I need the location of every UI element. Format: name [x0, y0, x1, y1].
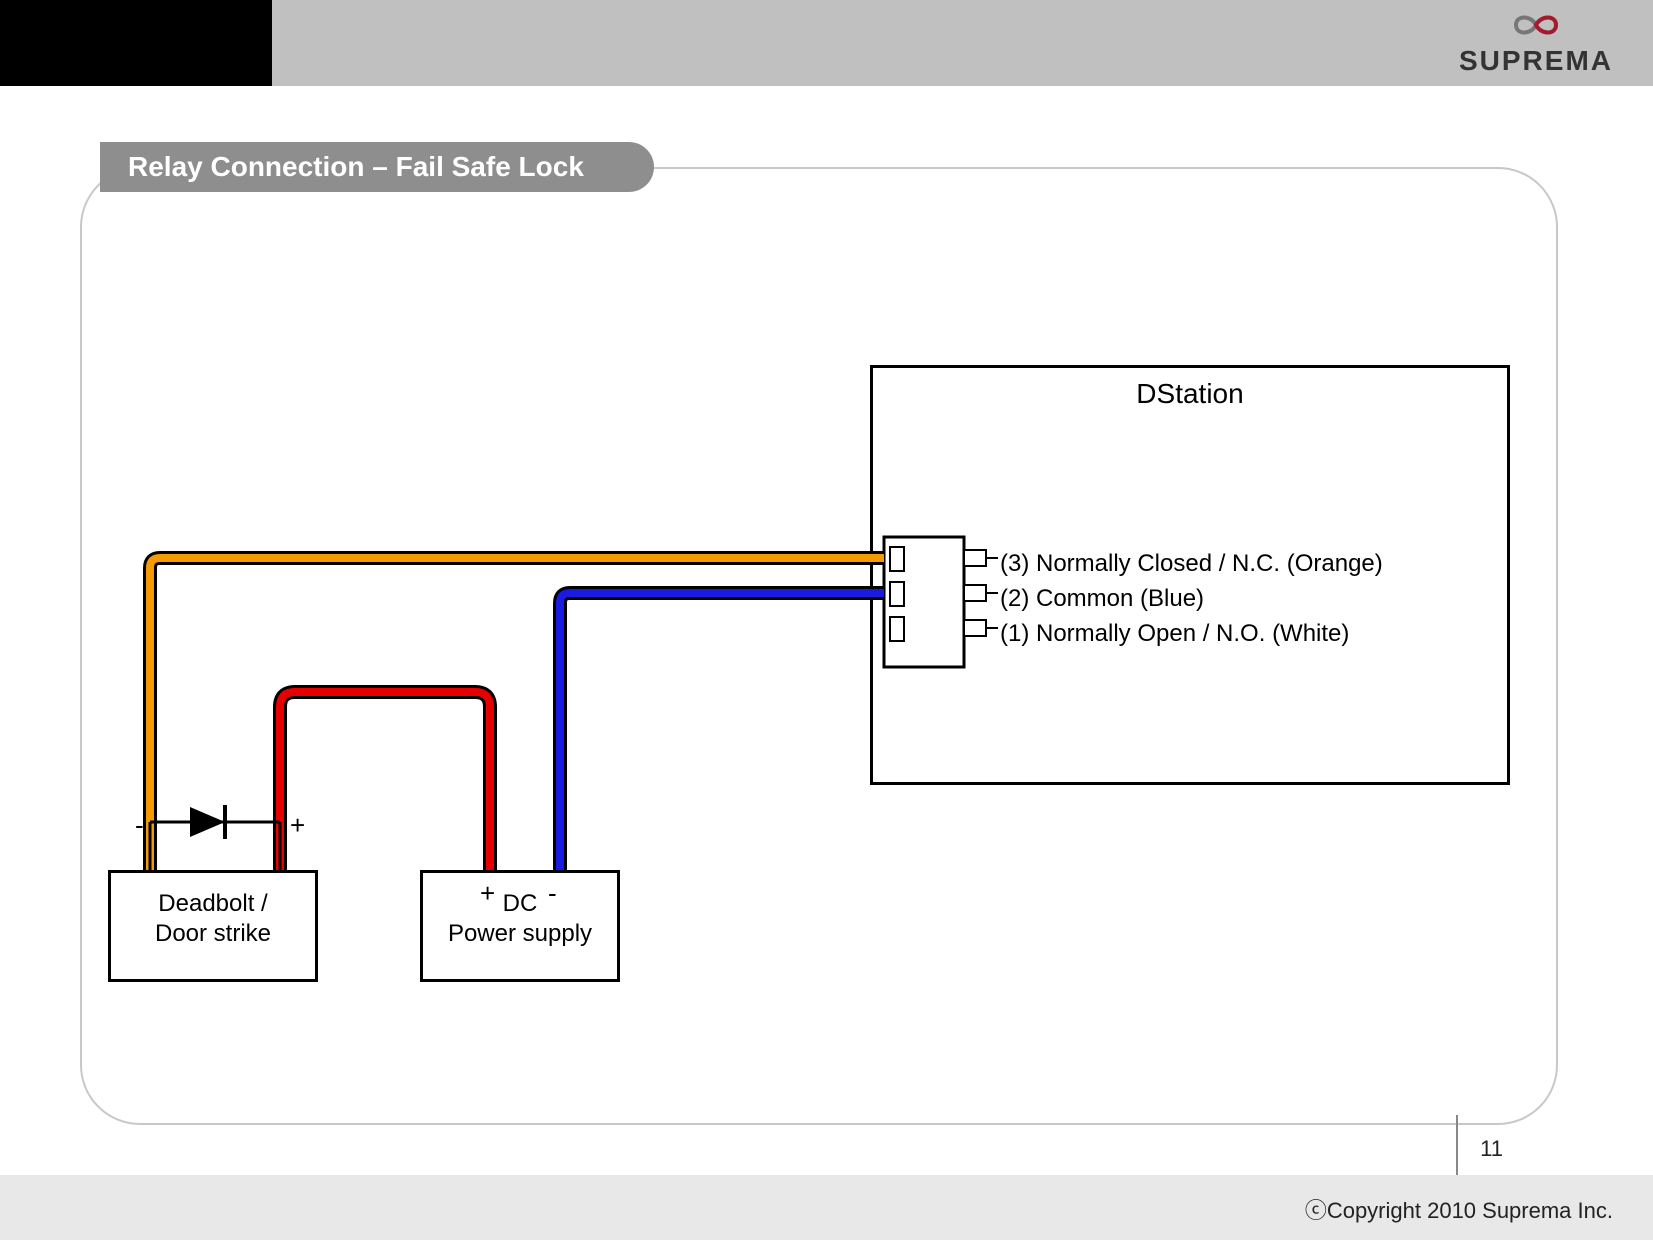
dc-neg: - — [548, 878, 557, 909]
dc-pos: + — [480, 878, 495, 909]
pin2-label: (2) Common (Blue) — [1000, 585, 1204, 613]
lock-line2: Door strike — [155, 920, 271, 947]
dstation-label: DStation — [873, 378, 1507, 410]
infinity-icon — [1501, 10, 1571, 40]
page-separator — [1456, 1115, 1458, 1175]
lock-line1: Deadbolt / — [158, 890, 267, 917]
pin1-label: (1) Normally Open / N.O. (White) — [1000, 620, 1349, 648]
dc-box: DC Power supply — [420, 870, 620, 982]
lock-box: Deadbolt / Door strike — [108, 870, 318, 982]
dc-line2: Power supply — [448, 920, 592, 947]
lock-neg: - — [135, 810, 144, 841]
brand-text: SUPREMA — [1459, 45, 1613, 77]
footer-bar: ⓒCopyright 2010 Suprema Inc. — [0, 1175, 1653, 1240]
copyright-text: ⓒCopyright 2010 Suprema Inc. — [1305, 1193, 1613, 1225]
page-number: 11 — [1480, 1136, 1503, 1162]
pin3-label: (3) Normally Closed / N.C. (Orange) — [1000, 550, 1383, 578]
dc-line1: DC — [503, 890, 538, 917]
header-black-box — [0, 0, 272, 86]
brand-logo: SUPREMA — [1459, 10, 1613, 77]
section-title: Relay Connection – Fail Safe Lock — [100, 142, 654, 192]
lock-pos: + — [290, 810, 305, 841]
